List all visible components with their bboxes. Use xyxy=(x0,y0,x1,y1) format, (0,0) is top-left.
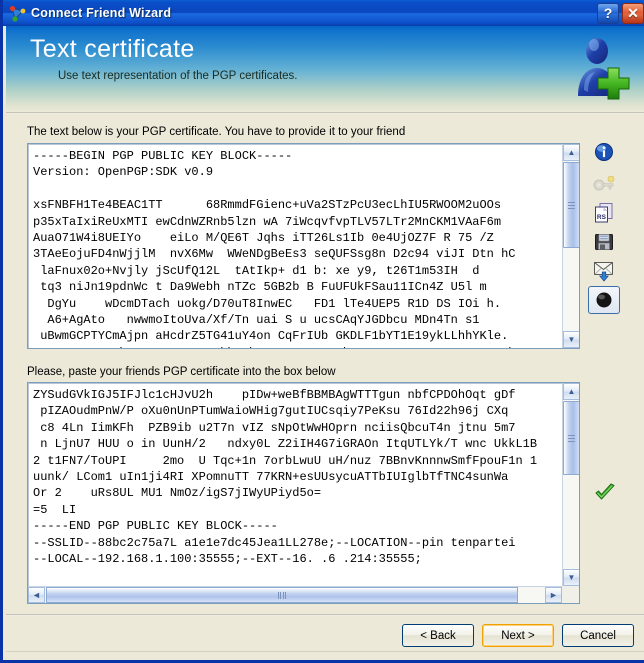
scroll-down-icon[interactable]: ▼ xyxy=(563,569,579,586)
scroll-thumb[interactable] xyxy=(563,401,579,475)
footer-divider xyxy=(6,614,644,616)
save-floppy-icon[interactable] xyxy=(588,228,620,256)
scroll-down-icon[interactable]: ▼ xyxy=(563,331,579,348)
page-subtitle: Use text representation of the PGP certi… xyxy=(58,70,298,82)
own-certificate-textarea[interactable]: -----BEGIN PGP PUBLIC KEY BLOCK----- Vers… xyxy=(27,143,580,349)
status-strip xyxy=(6,651,644,660)
friend-cert-horizontal-scrollbar[interactable]: ◄ ► xyxy=(28,586,562,603)
grip-icon xyxy=(568,201,575,209)
svg-text:RS: RS xyxy=(597,214,607,221)
wizard-window: Connect Friend Wizard ? ✕ Text certifica… xyxy=(0,0,644,663)
cancel-button[interactable]: Cancel xyxy=(562,624,634,647)
add-user-icon xyxy=(570,34,632,100)
dialog-body: The text below is your PGP certificate. … xyxy=(6,114,644,660)
send-mail-icon[interactable] xyxy=(588,257,620,285)
friend-cert-vertical-scrollbar[interactable]: ▲ ▼ xyxy=(562,383,579,586)
friend-certificate-textarea[interactable]: ZYSudGVkIGJ5IFJlc1cHJvU2h pIDw+weBfBBMBA… xyxy=(27,382,580,604)
tool-column: RS xyxy=(588,130,628,330)
back-button[interactable]: < Back xyxy=(402,624,474,647)
scroll-up-icon[interactable]: ▲ xyxy=(563,383,579,400)
next-button[interactable]: Next > xyxy=(482,624,554,647)
copy-rs-icon[interactable]: RS xyxy=(588,199,620,227)
grip-icon xyxy=(278,591,286,599)
own-cert-vertical-scrollbar[interactable]: ▲ ▼ xyxy=(562,144,579,348)
scroll-left-icon[interactable]: ◄ xyxy=(28,587,45,603)
page-title: Text certificate xyxy=(30,35,195,63)
key-icon[interactable] xyxy=(588,170,620,198)
own-certificate-text: -----BEGIN PGP PUBLIC KEY BLOCK----- Vers… xyxy=(33,149,516,348)
scroll-thumb[interactable] xyxy=(563,162,579,248)
info-icon[interactable] xyxy=(588,138,620,166)
window-title: Connect Friend Wizard xyxy=(31,6,172,20)
scrollbar-corner xyxy=(562,586,579,603)
friend-certificate-label: Please, paste your friends PGP certifica… xyxy=(27,366,336,378)
record-dot-icon[interactable] xyxy=(588,286,620,314)
help-button[interactable]: ? xyxy=(597,2,619,24)
friend-certificate-text: ZYSudGVkIGJ5IFJlc1cHJvU2h pIDw+weBfBBMBA… xyxy=(33,388,538,567)
header-banner: Text certificate Use text representation… xyxy=(6,26,644,112)
grip-icon xyxy=(568,434,575,442)
green-check-icon xyxy=(594,483,616,503)
connect-friend-icon xyxy=(9,5,26,22)
scroll-right-icon[interactable]: ► xyxy=(545,587,562,603)
scroll-thumb-horizontal[interactable] xyxy=(46,587,518,603)
own-certificate-label: The text below is your PGP certificate. … xyxy=(27,126,406,138)
button-row: < Back Next > Cancel xyxy=(402,624,634,647)
scroll-up-icon[interactable]: ▲ xyxy=(563,144,579,161)
close-button[interactable]: ✕ xyxy=(622,2,644,24)
title-bar: Connect Friend Wizard ? ✕ xyxy=(3,0,644,26)
